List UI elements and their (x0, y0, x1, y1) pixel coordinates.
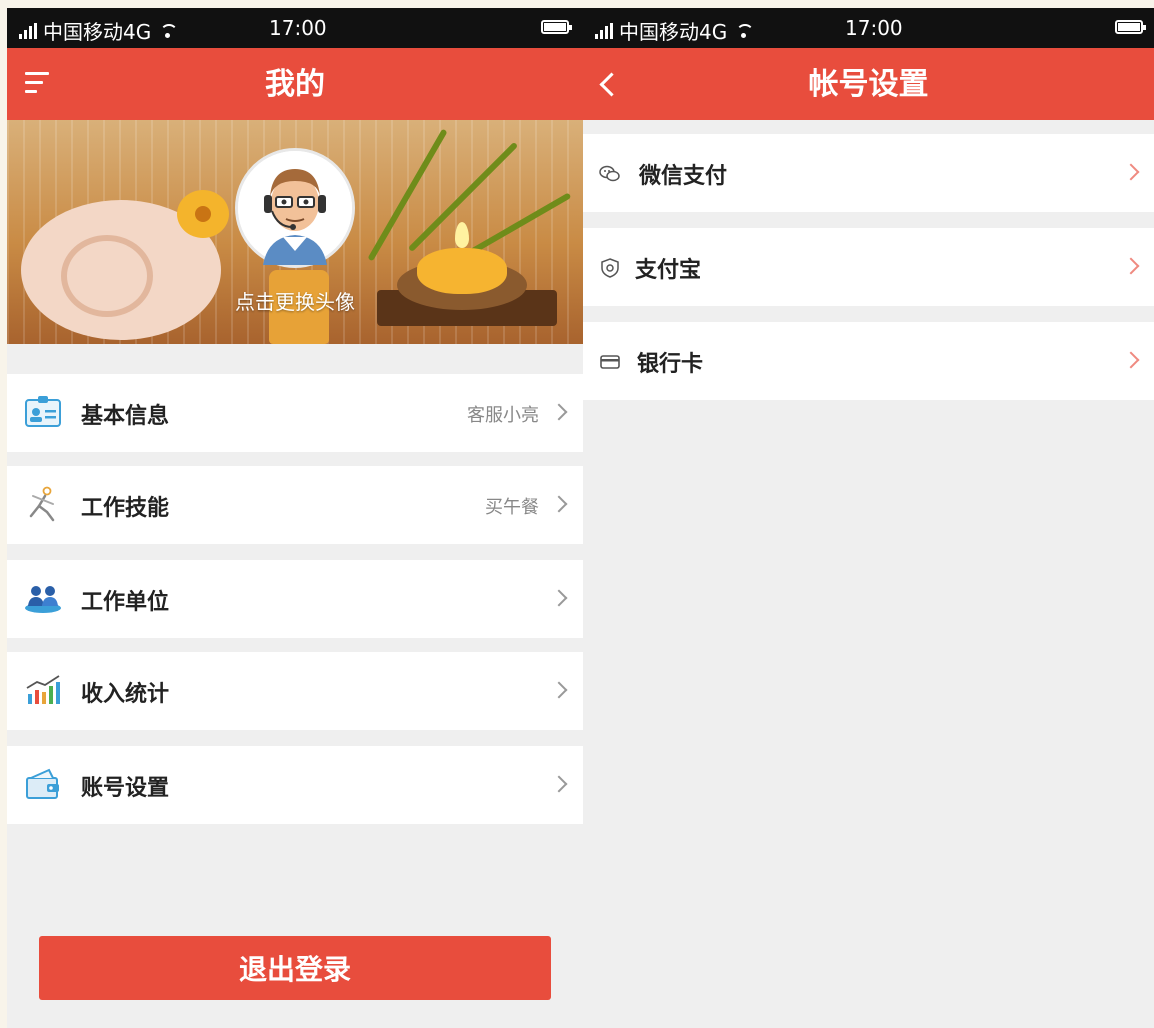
page-title: 我的 (265, 67, 325, 102)
status-time: 17:00 (269, 16, 327, 40)
nav-bar: 帐号设置 (583, 48, 1154, 120)
status-bar: 中国移动4G 17:00 (583, 8, 1154, 48)
signal-icon (595, 22, 613, 39)
signal-icon (19, 22, 37, 39)
chevron-right-icon (550, 403, 568, 421)
wallet-icon (26, 768, 59, 799)
change-avatar-caption[interactable]: 点击更换头像 (7, 286, 583, 315)
menu-item-work-unit[interactable]: 工作单位 (7, 560, 583, 638)
chevron-right-icon (1122, 257, 1140, 275)
menu-item-label: 收入统计 (81, 682, 170, 707)
menu-item-label: 工作单位 (81, 590, 170, 615)
flame-image (455, 222, 469, 248)
carrier-name: 中国移动4G (43, 20, 152, 44)
avatar-person-icon (238, 151, 352, 265)
settings-item-wechat-pay[interactable]: 微信支付 (583, 134, 1154, 212)
page-title: 帐号设置 (808, 67, 929, 102)
chevron-right-icon (550, 589, 568, 607)
chevron-right-icon (1122, 163, 1140, 181)
runner-icon (29, 486, 55, 522)
chart-icon (26, 675, 60, 704)
flower-image (177, 190, 229, 238)
chevron-right-icon (550, 775, 568, 793)
menu-item-work-skills[interactable]: 工作技能 买午餐 (7, 466, 583, 544)
battery-icon (541, 20, 572, 34)
menu-item-value: 客服小亮 (467, 405, 539, 426)
alipay-icon (601, 258, 619, 278)
logout-button[interactable]: 退出登录 (39, 936, 551, 1000)
settings-item-alipay[interactable]: 支付宝 (583, 228, 1154, 306)
settings-item-label: 银行卡 (637, 352, 704, 377)
menu-item-income-stats[interactable]: 收入统计 (7, 652, 583, 730)
menu-item-value: 买午餐 (485, 497, 539, 518)
wifi-icon (735, 23, 755, 38)
carrier-info: 中国移动4G (595, 16, 755, 45)
chevron-right-icon (550, 681, 568, 699)
menu-item-label: 工作技能 (81, 496, 170, 521)
settings-item-label: 支付宝 (635, 258, 702, 283)
bank-card-icon (600, 355, 620, 369)
status-bar: 中国移动4G 17:00 (7, 8, 583, 48)
account-settings-screen: 中国移动4G 17:00 帐号设置 微信支付 支付宝 银行卡 (583, 8, 1154, 1028)
menu-item-label: 基本信息 (81, 404, 170, 429)
nav-bar: 我的 (7, 48, 583, 120)
leaf-decoration (367, 128, 448, 262)
chevron-right-icon (550, 495, 568, 513)
avatar[interactable] (235, 148, 355, 268)
menu-item-account-settings[interactable]: 账号设置 (7, 746, 583, 824)
wechat-icon (599, 165, 620, 182)
status-time: 17:00 (845, 16, 903, 40)
battery-icon (1115, 20, 1146, 34)
settings-item-bank-card[interactable]: 银行卡 (583, 322, 1154, 400)
id-card-icon (25, 396, 61, 427)
settings-item-label: 微信支付 (639, 164, 728, 189)
menu-item-basic-info[interactable]: 基本信息 客服小亮 (7, 374, 583, 452)
wifi-icon (159, 23, 179, 38)
profile-screen: 中国移动4G 17:00 我的 点击更换头像 基本信息 客服小亮 工作技能 买午… (7, 8, 583, 1028)
carrier-name: 中国移动4G (619, 20, 728, 44)
people-icon (25, 586, 61, 613)
carrier-info: 中国移动4G (19, 16, 179, 45)
menu-item-label: 账号设置 (81, 776, 170, 801)
chevron-right-icon (1122, 351, 1140, 369)
